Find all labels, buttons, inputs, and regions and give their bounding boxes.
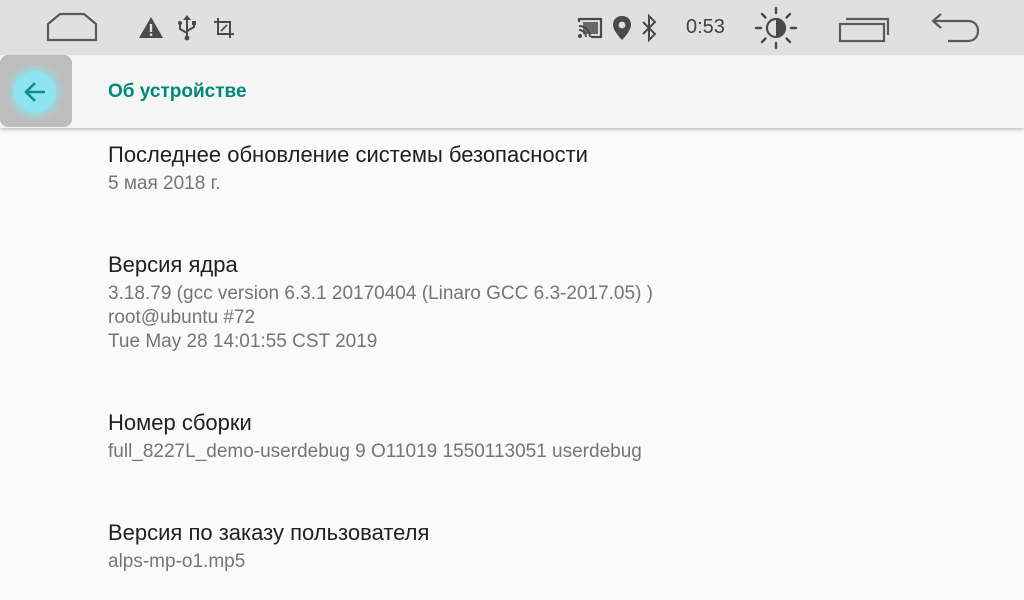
back-nav-icon[interactable] [928,12,982,44]
item-summary: alps-mp-o1.mp5 [108,551,246,572]
item-title: Версия ядра [108,252,238,277]
list-item-build-number[interactable]: Номер сборки full_8227L_demo-userdebug 9… [108,410,988,464]
app-toolbar: Об устройстве [0,55,1024,128]
bluetooth-icon [640,14,658,42]
item-title: Версия по заказу пользователя [108,520,430,545]
usb-icon [176,15,198,41]
settings-list: Последнее обновление системы безопасност… [0,128,1024,600]
list-item-custom-build-version[interactable]: Версия по заказу пользователя alps-mp-o1… [108,520,988,574]
item-title: Номер сборки [108,410,252,435]
item-title: Последнее обновление системы безопасност… [108,142,588,167]
warning-icon [138,16,164,40]
screenshot-icon [212,16,236,40]
back-button[interactable] [0,55,72,127]
list-item-security-patch[interactable]: Последнее обновление системы безопасност… [108,142,988,196]
item-summary: 5 мая 2018 г. [108,173,221,194]
page-title: Об устройстве [108,81,247,102]
arrow-back-icon[interactable] [14,71,56,113]
item-summary: full_8227L_demo-userdebug 9 O11019 15501… [108,441,642,462]
list-item-kernel-version[interactable]: Версия ядра 3.18.79 (gcc version 6.3.1 2… [108,252,988,354]
recents-icon[interactable] [836,14,892,44]
home-outline-icon[interactable] [44,12,100,42]
status-clock: 0:53 [686,16,725,38]
brightness-icon[interactable] [754,6,798,50]
cast-icon [576,16,604,40]
location-icon [612,15,632,41]
item-summary: 3.18.79 (gcc version 6.3.1 20170404 (Lin… [108,283,653,352]
status-bar: 0:53 [0,0,1024,55]
